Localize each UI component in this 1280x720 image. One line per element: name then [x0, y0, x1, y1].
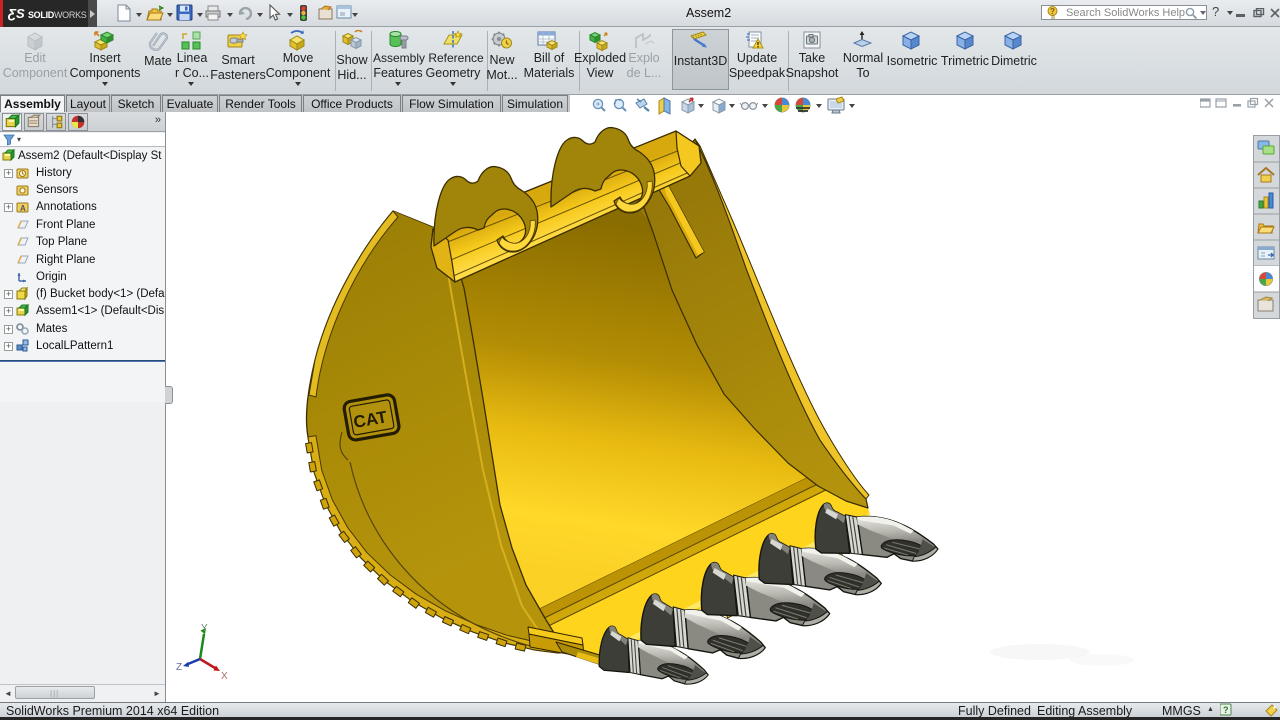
svg-text:Y: Y	[201, 623, 208, 634]
svg-text:Z: Z	[176, 662, 182, 673]
svg-text:X: X	[221, 671, 228, 682]
svg-text:?: ?	[1223, 705, 1229, 715]
